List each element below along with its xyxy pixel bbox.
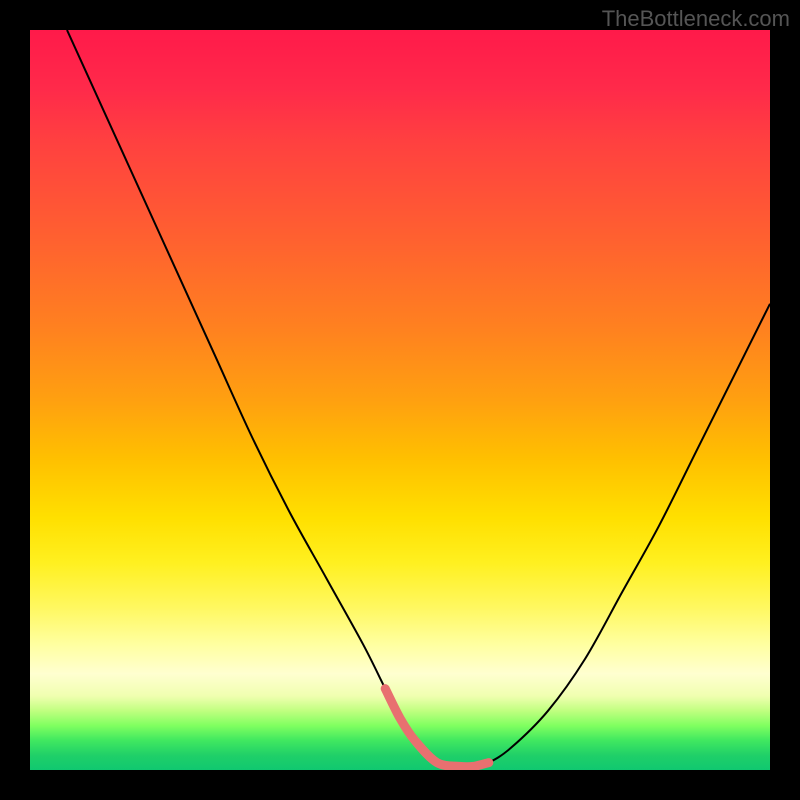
attribution-text: TheBottleneck.com xyxy=(602,6,790,32)
bottleneck-highlight xyxy=(385,689,489,767)
chart-plot-area xyxy=(30,30,770,770)
bottleneck-curve xyxy=(67,30,770,767)
chart-svg xyxy=(30,30,770,770)
